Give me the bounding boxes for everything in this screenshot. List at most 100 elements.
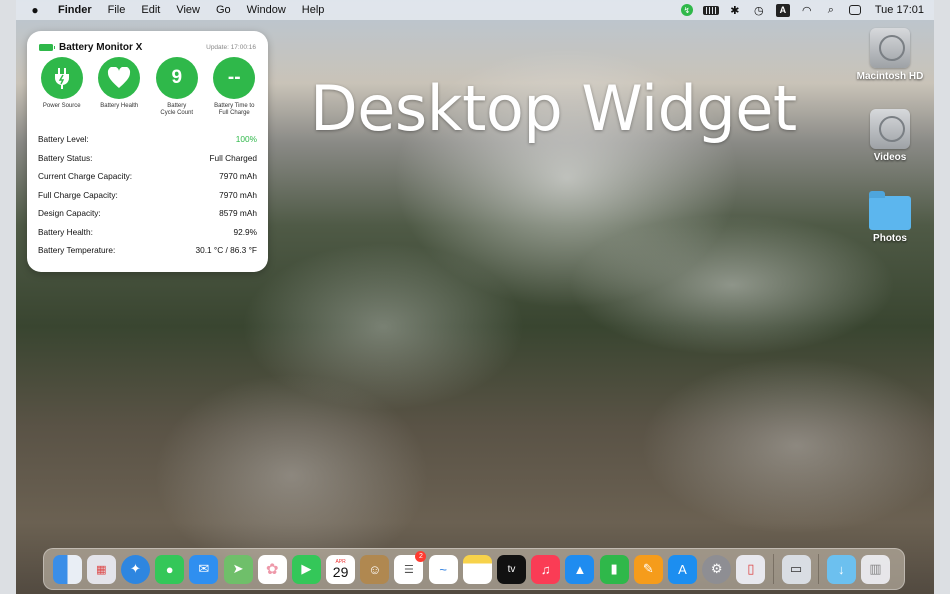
- apple-tv-icon[interactable]: tv: [497, 554, 527, 584]
- music-icon[interactable]: ♫: [531, 554, 561, 584]
- info-value: 92.9%: [233, 226, 257, 237]
- trash-icon[interactable]: ▥: [860, 554, 890, 584]
- menu-file[interactable]: File: [100, 4, 134, 16]
- info-row: Battery Level: 100%: [38, 130, 257, 149]
- battery-health-indicator: Battery Health: [91, 57, 149, 117]
- menu-go[interactable]: Go: [208, 4, 239, 16]
- bluetooth-icon[interactable]: ✱: [723, 0, 747, 20]
- info-label: Full Charge Capacity:: [38, 189, 118, 200]
- spotlight-search-icon[interactable]: ⌕: [819, 0, 843, 20]
- cycle-count-value: 9: [155, 57, 198, 99]
- info-row: Battery Status: Full Charged: [38, 149, 257, 168]
- info-row: Current Charge Capacity: 7970 mAh: [38, 167, 257, 186]
- menu-bar: ● Finder File Edit View Go Window Help ↯…: [16, 0, 934, 20]
- messages-icon[interactable]: ●: [155, 554, 185, 584]
- time-to-full-indicator: -- Battery Time to Full Charge: [206, 57, 264, 117]
- desktop-icon-label: Videos: [873, 152, 907, 163]
- time-to-full-label: Battery Time to Full Charge: [214, 103, 255, 116]
- battery-monitor-status-icon[interactable]: ↯: [675, 0, 699, 20]
- reminders-icon[interactable]: ☰ 2: [394, 550, 427, 584]
- dock: ▦ ✦ ● ✉ ➤ ✿ ▶ APR 29 ☺ ☰ 2 ~ tv ♫ ▲ ▮ ✎ A…: [43, 548, 905, 590]
- info-value: 7970 mAh: [219, 189, 257, 200]
- widget-header: Battery Monitor X Update: 17:00:16: [39, 40, 256, 54]
- desktop-icon-photos[interactable]: Photos: [850, 191, 930, 244]
- pages-icon[interactable]: ✎: [633, 554, 663, 584]
- wifi-icon[interactable]: ◠: [795, 0, 819, 20]
- menu-finder[interactable]: Finder: [50, 4, 100, 16]
- finder-icon[interactable]: [52, 554, 82, 584]
- mail-icon[interactable]: ✉: [189, 554, 219, 584]
- keynote-icon[interactable]: ▲: [565, 554, 595, 584]
- info-row: Design Capacity: 8579 mAh: [38, 204, 257, 223]
- tv-label: tv: [507, 563, 516, 575]
- menu-view[interactable]: View: [168, 4, 208, 16]
- menu-help[interactable]: Help: [294, 4, 333, 16]
- menu-clock[interactable]: Tue 17:01: [867, 4, 934, 16]
- menu-window[interactable]: Window: [239, 4, 294, 16]
- maps-icon[interactable]: ➤: [223, 554, 253, 584]
- system-settings-icon[interactable]: ⚙: [702, 554, 732, 584]
- app-store-icon[interactable]: A: [667, 554, 697, 584]
- heart-icon: [98, 57, 141, 99]
- info-value: 100%: [235, 134, 257, 145]
- info-value: 8579 mAh: [219, 208, 257, 219]
- window-frame: ● Finder File Edit View Go Window Help ↯…: [0, 0, 950, 594]
- info-label: Battery Status:: [38, 152, 93, 163]
- input-source-icon[interactable]: A: [771, 0, 795, 20]
- reminders-badge: 2: [415, 550, 427, 562]
- battery-icon[interactable]: [699, 0, 723, 20]
- control-center-icon[interactable]: [843, 0, 867, 20]
- info-label: Current Charge Capacity:: [38, 171, 133, 182]
- desktop: ● Finder File Edit View Go Window Help ↯…: [16, 0, 934, 594]
- facetime-icon[interactable]: ▶: [291, 554, 321, 584]
- plug-icon: [40, 57, 83, 99]
- desktop-icon-videos[interactable]: Videos: [850, 109, 930, 163]
- info-row: Battery Health: 92.9%: [38, 223, 257, 242]
- apple-menu-icon[interactable]: ●: [20, 3, 50, 17]
- dock-separator: [818, 554, 820, 584]
- folder-icon: [869, 191, 911, 230]
- safari-icon[interactable]: ✦: [120, 554, 150, 584]
- photos-app-icon[interactable]: ✿: [257, 554, 287, 584]
- widget-title: Battery Monitor X: [59, 41, 143, 53]
- headline-text: Desktop Widget: [310, 72, 797, 145]
- battery-health-label: Battery Health: [100, 103, 139, 109]
- notes-icon[interactable]: [462, 554, 492, 584]
- info-label: Battery Level:: [38, 134, 89, 145]
- time-to-full-value: --: [213, 57, 256, 99]
- menu-edit[interactable]: Edit: [133, 4, 168, 16]
- status-area: ↯ ✱ ◷ A ◠ ⌕ Tue 17:01: [675, 0, 934, 20]
- cycle-count-indicator: 9 Battery Cycle Count: [148, 57, 206, 117]
- downloads-folder-icon[interactable]: ↓: [826, 554, 856, 584]
- freeform-icon[interactable]: ~: [428, 554, 458, 584]
- preview-icon[interactable]: ▭: [781, 554, 811, 584]
- battery-info-list: Battery Level: 100% Battery Status: Full C…: [38, 130, 257, 260]
- time-machine-icon[interactable]: ◷: [747, 0, 771, 20]
- numbers-icon[interactable]: ▮: [599, 554, 629, 584]
- desktop-icon-label: Macintosh HD: [856, 71, 924, 82]
- info-value: 7970 mAh: [219, 171, 257, 182]
- battery-full-icon: [39, 43, 55, 51]
- widget-circles: Power Source Battery Health 9 Battery Cy…: [33, 57, 263, 117]
- frame-left: [0, 0, 16, 594]
- dock-separator: [772, 554, 774, 584]
- launchpad-icon[interactable]: ▦: [86, 554, 116, 584]
- calendar-day: 29: [332, 564, 349, 580]
- info-label: Design Capacity:: [38, 208, 101, 219]
- info-label: Battery Temperature:: [38, 245, 116, 256]
- desktop-icon-macintosh-hd[interactable]: Macintosh HD: [850, 28, 930, 82]
- hard-drive-icon: [870, 109, 910, 149]
- frame-right: [934, 0, 950, 594]
- calendar-icon[interactable]: APR 29: [326, 554, 356, 584]
- iphone-mirroring-icon[interactable]: ▯: [736, 554, 766, 584]
- power-source-label: Power Source: [42, 103, 81, 109]
- hard-drive-icon: [870, 28, 910, 68]
- info-value: Full Charged: [209, 152, 257, 163]
- battery-monitor-widget: Battery Monitor X Update: 17:00:16 Power…: [27, 31, 268, 272]
- info-row: Full Charge Capacity: 7970 mAh: [38, 186, 257, 205]
- widget-update-time: Update: 17:00:16: [206, 43, 256, 51]
- contacts-icon[interactable]: ☺: [360, 554, 390, 584]
- cycle-count-label: Battery Cycle Count: [160, 103, 194, 116]
- info-value: 30.1 °C / 86.3 °F: [195, 245, 257, 256]
- info-row: Battery Temperature: 30.1 °C / 86.3 °F: [38, 241, 257, 260]
